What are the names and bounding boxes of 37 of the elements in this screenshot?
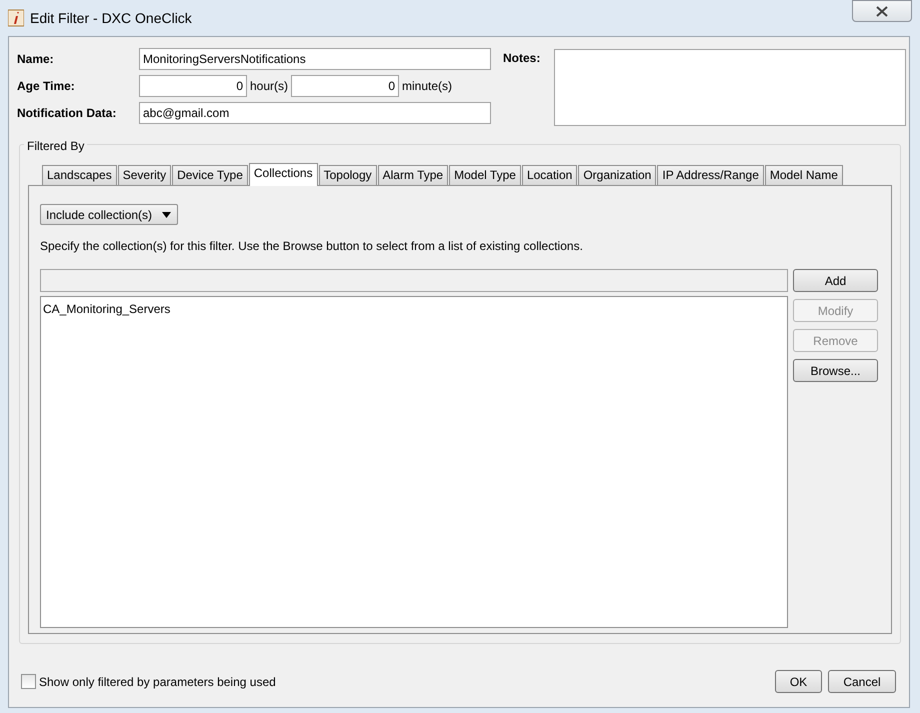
app-icon xyxy=(8,9,24,27)
checkbox[interactable] xyxy=(21,674,36,689)
filter-tab[interactable]: IP Address/Range xyxy=(657,165,764,185)
filter-tab[interactable]: Alarm Type xyxy=(378,165,448,185)
filter-tab[interactable]: Device Type xyxy=(172,165,248,185)
field-label: Name: xyxy=(17,50,55,68)
description-text: Specify the collection(s) for this filter. Use the Browse button to select from a list of existing collections. xyxy=(40,238,584,255)
notes-field[interactable] xyxy=(554,49,906,126)
field-label: Notification Data: xyxy=(17,104,118,122)
dialog-button[interactable]: Cancel xyxy=(828,670,896,693)
filter-tab[interactable]: Landscapes xyxy=(42,165,117,185)
caret-icon xyxy=(162,212,172,218)
unit-label: minute(s) xyxy=(402,78,452,94)
hours-field[interactable]: 0 xyxy=(139,74,247,96)
mode-dropdown[interactable]: Include collection(s) xyxy=(40,204,178,225)
filter-tab[interactable]: Organization xyxy=(578,165,656,185)
unit-label: hour(s) xyxy=(250,78,288,94)
dialog-button[interactable]: OK xyxy=(775,670,822,693)
filter-tab[interactable]: Topology xyxy=(318,165,377,185)
field-label: Notes: xyxy=(503,50,542,67)
checkbox-label: Show only filtered by parameters being used xyxy=(39,674,276,690)
filter-tab[interactable]: Model Type xyxy=(449,165,521,185)
name-field[interactable]: MonitoringServersNotifications xyxy=(139,48,491,70)
list-item[interactable]: CA_Monitoring_Servers xyxy=(43,300,785,318)
filter-tab[interactable]: Severity xyxy=(118,165,172,185)
minutes-field[interactable]: 0 xyxy=(291,74,400,96)
action-button[interactable]: Add xyxy=(793,269,878,292)
window-title: Edit Filter - DXC OneClick xyxy=(30,8,192,28)
field-label: Age Time: xyxy=(17,78,76,94)
collection-entry-field[interactable] xyxy=(40,269,788,292)
close-button[interactable] xyxy=(852,0,912,22)
close-icon xyxy=(876,6,888,16)
action-button[interactable]: Browse... xyxy=(793,359,878,382)
notification-data-field[interactable]: abc@gmail.com xyxy=(139,102,491,124)
filter-tab[interactable]: Model Name xyxy=(764,165,843,185)
filter-tab[interactable]: Collections xyxy=(248,163,318,186)
filter-tab[interactable]: Location xyxy=(522,165,578,185)
